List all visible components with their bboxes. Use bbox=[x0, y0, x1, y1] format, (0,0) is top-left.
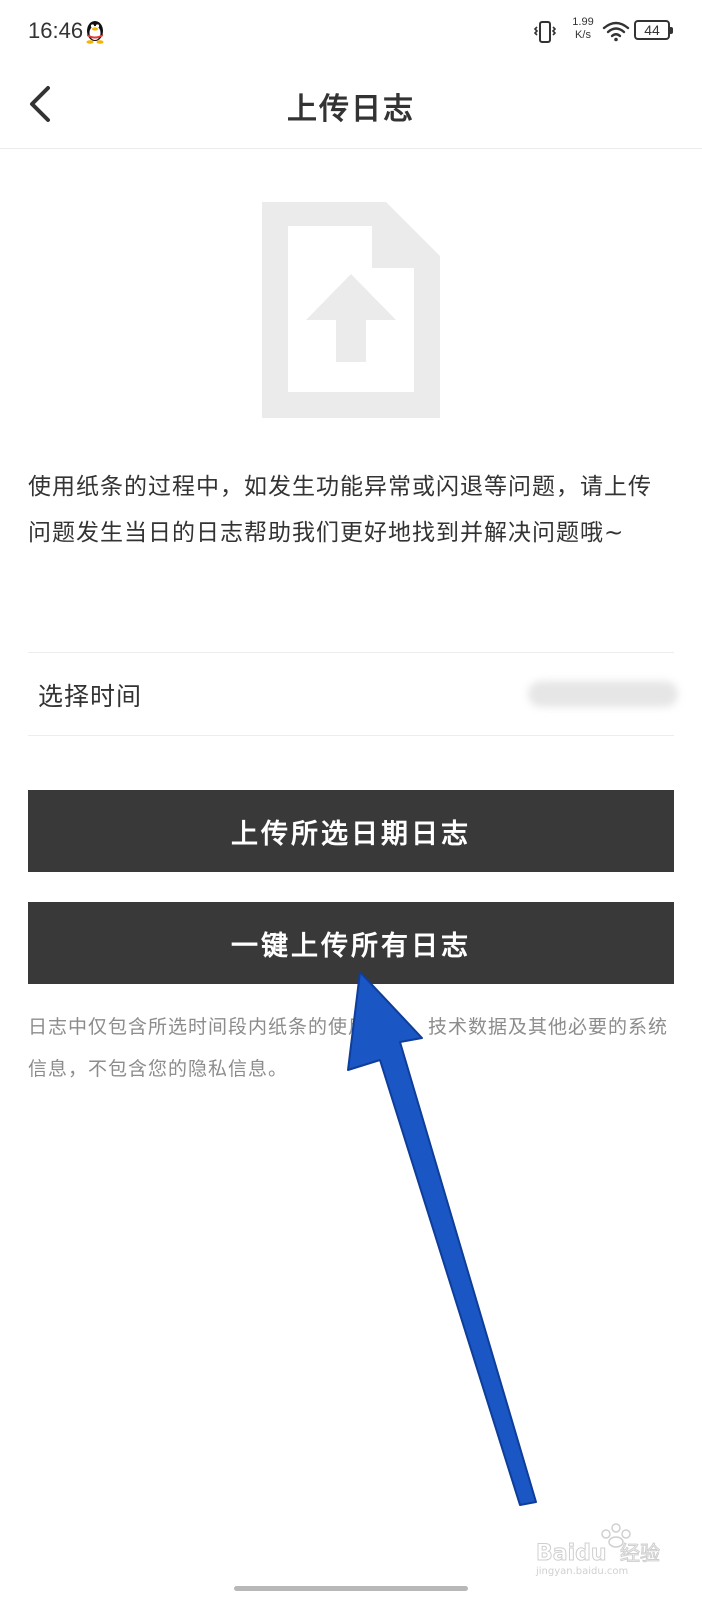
select-time-row[interactable]: 选择时间 bbox=[28, 652, 678, 736]
description-text: 使用纸条的过程中，如发生功能异常或闪退等问题，请上传问题发生当日的日志帮助我们更… bbox=[28, 474, 652, 546]
select-time-label: 选择时间 bbox=[38, 682, 143, 711]
page-title: 上传日志 bbox=[287, 92, 415, 127]
qq-penguin-icon bbox=[86, 21, 104, 44]
home-indicator[interactable] bbox=[234, 1586, 468, 1591]
wifi-icon bbox=[602, 21, 630, 42]
watermark-brand: Baidu bbox=[536, 1541, 607, 1566]
selected-time-value-redacted bbox=[528, 681, 678, 707]
baidu-watermark-logo: Baidu 经验 jingyan.baidu.com bbox=[535, 1523, 661, 1577]
net-speed: 1.99 K/s bbox=[566, 16, 600, 42]
watermark-url: jingyan.baidu.com bbox=[535, 1566, 628, 1577]
file-upload-icon bbox=[262, 202, 440, 418]
nav-bar: 上传日志 bbox=[0, 64, 702, 149]
status-time: 16:46 bbox=[28, 18, 84, 43]
vibrate-icon bbox=[534, 21, 556, 43]
status-bar: 16:46 1.99 K/s 44 bbox=[0, 0, 702, 64]
privacy-notice: 日志中仅包含所选时间段内纸条的使用记录、技术数据及其他必要的系统信息，不包含您的… bbox=[28, 1016, 669, 1080]
watermark-text: 经验 bbox=[620, 1541, 660, 1565]
battery-icon: 44 bbox=[634, 20, 673, 40]
upload-all-logs-button[interactable]: 一键上传所有日志 bbox=[28, 902, 674, 984]
net-speed-value: 1.99 bbox=[572, 16, 594, 28]
upload-selected-date-log-button[interactable]: 上传所选日期日志 bbox=[28, 790, 674, 872]
net-speed-unit: K/s bbox=[575, 29, 591, 41]
